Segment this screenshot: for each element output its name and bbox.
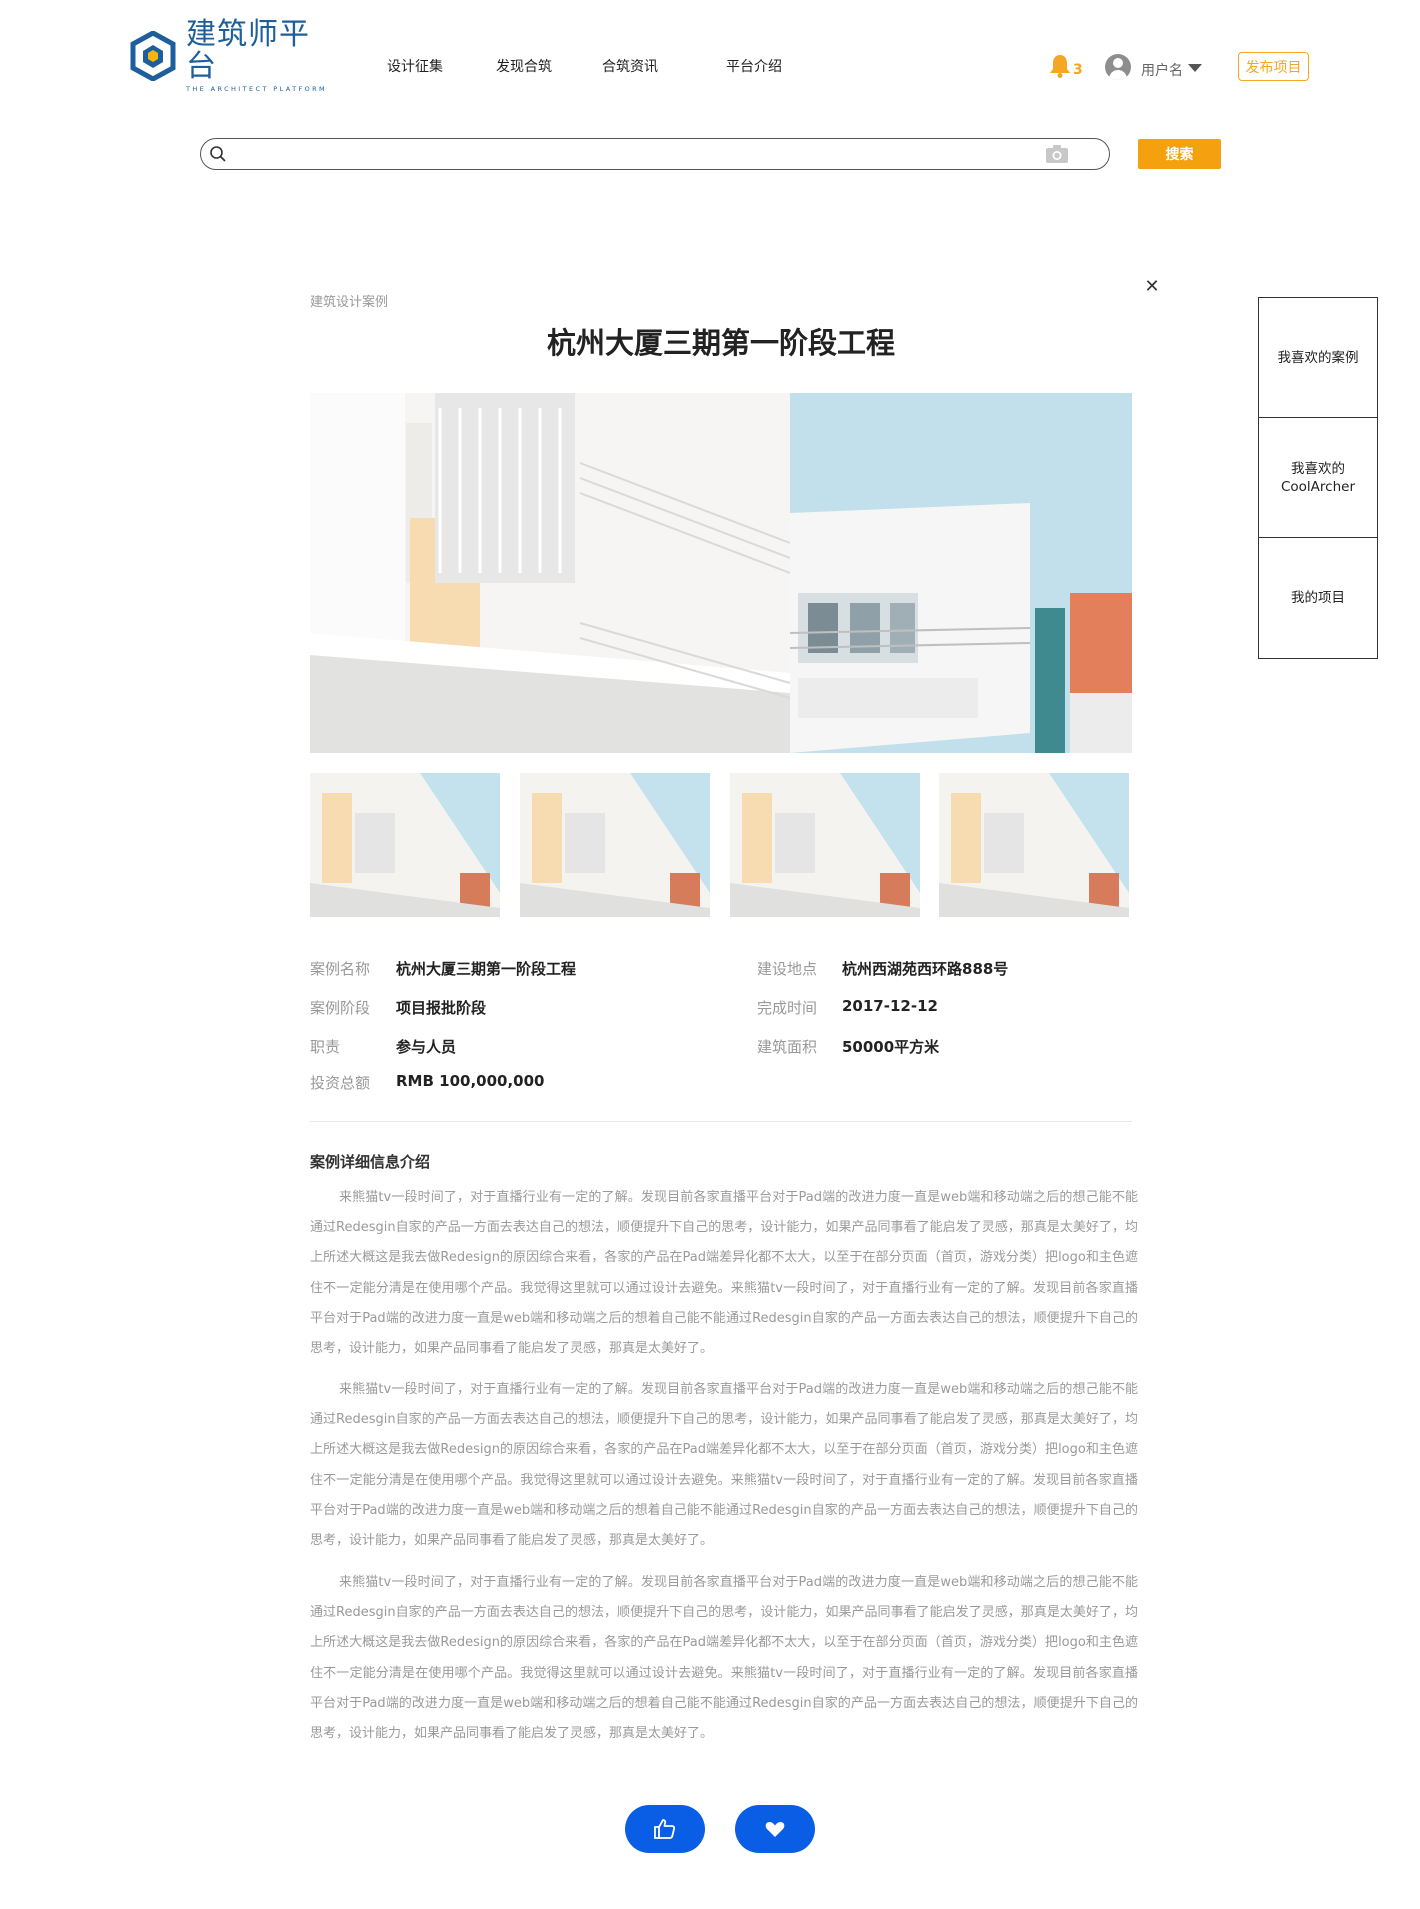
logo-subtitle: THE ARCHITECT PLATFORM <box>186 85 328 93</box>
info-value-investment: RMB 100,000,000 <box>396 1072 545 1090</box>
thumbs-up-icon <box>654 1819 676 1839</box>
hero-image[interactable] <box>310 393 1132 753</box>
nav-item-discover[interactable]: 发现合筑 <box>496 56 552 76</box>
logo-text: 建筑师平台 <box>186 17 310 84</box>
divider <box>310 1121 1132 1122</box>
avatar[interactable] <box>1105 54 1131 80</box>
search-bar[interactable] <box>200 138 1110 170</box>
info-label-area: 建筑面积 <box>757 1038 818 1056</box>
side-item-my-projects[interactable]: 我的项目 <box>1259 538 1377 658</box>
site-logo[interactable]: 建筑师平台 THE ARCHITECT PLATFORM <box>128 19 338 93</box>
info-value-area: 50000平方米 <box>842 1038 940 1056</box>
info-label-stage: 案例阶段 <box>310 999 371 1017</box>
side-item-liked-coolarcher[interactable]: 我喜欢的 CoolArcher <box>1259 418 1377 538</box>
info-label-completion: 完成时间 <box>757 999 818 1017</box>
search-input[interactable] <box>231 141 1031 167</box>
side-item-liked-cases[interactable]: 我喜欢的案例 <box>1259 298 1377 418</box>
info-value-role: 参与人员 <box>396 1038 457 1056</box>
thumbnail-image[interactable] <box>520 773 710 917</box>
logo-icon <box>130 31 176 81</box>
heart-icon <box>765 1822 785 1837</box>
info-label-name: 案例名称 <box>310 960 371 978</box>
side-panel: 我喜欢的案例 我喜欢的 CoolArcher 我的项目 <box>1258 297 1378 659</box>
like-button[interactable] <box>625 1805 705 1853</box>
bell-icon[interactable] <box>1048 53 1072 79</box>
info-label-role: 职责 <box>310 1038 341 1056</box>
info-value-name: 杭州大厦三期第一阶段工程 <box>396 960 577 978</box>
info-label-location: 建设地点 <box>757 960 818 978</box>
publish-project-button[interactable]: 发布项目 <box>1238 52 1309 81</box>
info-value-location: 杭州西湖苑西环路888号 <box>842 960 1009 978</box>
description-paragraph: 来熊猫tv一段时间了，对于直播行业有一定的了解。发现目前各家直播平台对于Pad端… <box>310 1575 1138 1742</box>
thumbnail-image[interactable] <box>939 773 1129 917</box>
info-value-stage: 项目报批阶段 <box>396 999 487 1017</box>
nav-item-news[interactable]: 合筑资讯 <box>602 56 658 76</box>
thumbnail-image[interactable] <box>730 773 920 917</box>
search-button[interactable]: 搜索 <box>1138 139 1221 169</box>
search-icon <box>210 146 226 162</box>
caret-down-icon[interactable] <box>1188 64 1202 72</box>
close-icon[interactable]: ✕ <box>1144 278 1160 296</box>
article-category: 建筑设计案例 <box>310 295 389 310</box>
nav-item-design-collection[interactable]: 设计征集 <box>387 56 443 76</box>
nav-item-about[interactable]: 平台介绍 <box>726 56 782 76</box>
description-paragraph: 来熊猫tv一段时间了，对于直播行业有一定的了解。发现目前各家直播平台对于Pad端… <box>310 1382 1138 1549</box>
username[interactable]: 用户名 <box>1141 60 1183 80</box>
description-heading: 案例详细信息介绍 <box>310 1153 431 1171</box>
description-paragraph: 来熊猫tv一段时间了，对于直播行业有一定的了解。发现目前各家直播平台对于Pad端… <box>310 1190 1138 1357</box>
info-value-completion: 2017-12-12 <box>842 997 938 1015</box>
notification-count: 3 <box>1073 62 1083 78</box>
thumbnail-image[interactable] <box>310 773 500 917</box>
camera-icon[interactable] <box>1045 144 1069 164</box>
info-label-investment: 投资总额 <box>310 1074 371 1092</box>
favorite-button[interactable] <box>735 1805 815 1853</box>
page-title: 杭州大厦三期第一阶段工程 <box>546 326 895 360</box>
